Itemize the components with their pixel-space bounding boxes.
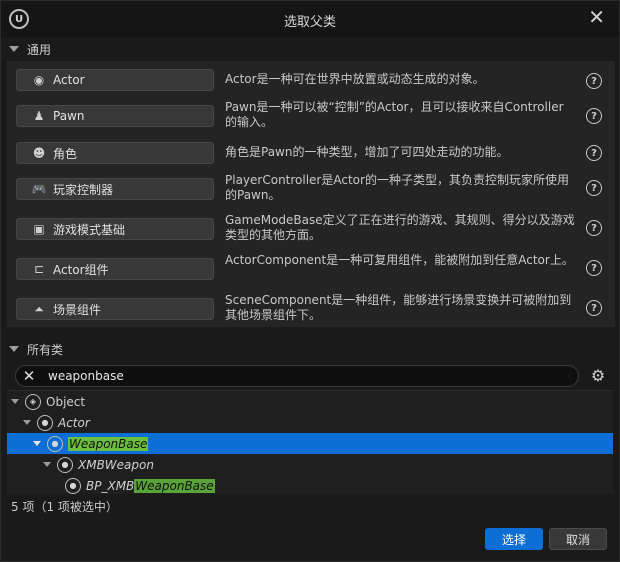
character-class-description: 角色是Pawn的一种类型，增加了可四处走动的功能。 (225, 145, 509, 159)
pawn-class-description: Pawn是一种可以被“控制”的Actor，且可以接收来自Controller的输… (225, 100, 564, 129)
actor-class-button[interactable]: ◉ Actor (16, 69, 214, 91)
actor-component-class-label: Actor组件 (53, 262, 109, 277)
help-icon[interactable]: ? (586, 220, 602, 236)
title-bar: U 选取父类 ✕ (1, 1, 619, 37)
tree-label-weaponbase: WeaponBase (68, 436, 149, 451)
common-row-player-controller: 🎮 玩家控制器 PlayerController是Actor的一种子类型，其负责… (7, 173, 615, 211)
tree-label-actor: Actor (58, 415, 90, 430)
pawn-icon: ♟ (33, 109, 45, 123)
gamepad-icon: 🎮 (31, 182, 47, 196)
expand-arrow-icon (23, 420, 31, 425)
common-row-pawn: ♟ Pawn Pawn是一种可以被“控制”的Actor，且可以接收来自Contr… (7, 100, 615, 138)
actor-icon: ● (47, 435, 63, 452)
help-icon[interactable]: ? (586, 260, 602, 276)
selection-status: 5 项（1 项被选中） (11, 500, 118, 514)
actor-icon: ● (65, 477, 81, 494)
collapse-arrow-icon (9, 46, 19, 52)
section-all-classes-header[interactable]: 所有类 (7, 339, 63, 359)
pawn-class-label: Pawn (53, 109, 85, 123)
actor-icon: ◉ (33, 73, 45, 87)
scene-component-class-label: 场景组件 (53, 302, 102, 317)
gamemode-icon: ▣ (33, 222, 45, 236)
common-row-gamemode: ▣ 游戏模式基础 GameModeBase定义了正在进行的游戏、其规则、得分以及… (7, 213, 615, 251)
gamemode-class-description: GameModeBase定义了正在进行的游戏、其规则、得分以及游戏类型的其他方面… (225, 213, 575, 242)
select-button[interactable]: 选择 (485, 528, 543, 550)
collapse-arrow-icon (9, 346, 19, 352)
section-all-classes-label: 所有类 (27, 342, 64, 357)
class-tree: ◈ Object ● Actor ● WeaponBase ● XMBWeapo… (7, 390, 613, 494)
common-row-actor-component: ⊏ Actor组件 ActorComponent是一种可复用组件，能被附加到任意… (7, 253, 615, 291)
cancel-button[interactable]: 取消 (549, 528, 607, 550)
help-icon[interactable]: ? (586, 180, 602, 196)
close-icon[interactable]: ✕ (588, 5, 605, 29)
character-icon: ☻ (32, 146, 46, 160)
actor-component-class-description: ActorComponent是一种可复用组件，能被附加到任意Actor上。 (225, 253, 574, 267)
player-controller-class-button[interactable]: 🎮 玩家控制器 (16, 178, 214, 200)
scene-component-icon: ⏶ (34, 301, 44, 316)
help-icon[interactable]: ? (586, 300, 602, 316)
dialog-title: 选取父类 (283, 15, 336, 30)
expand-arrow-icon (33, 441, 41, 446)
gamemode-class-button[interactable]: ▣ 游戏模式基础 (16, 218, 214, 240)
section-common-header[interactable]: 通用 (7, 39, 51, 59)
gamemode-class-label: 游戏模式基础 (53, 222, 126, 237)
actor-class-description: Actor是一种可在世界中放置或动态生成的对象。 (225, 72, 485, 86)
tree-label-prefix: BP_XMB (86, 478, 135, 493)
common-classes-panel: ◉ Actor Actor是一种可在世界中放置或动态生成的对象。 ? ♟ Paw… (7, 61, 615, 327)
player-controller-class-description: PlayerController是Actor的一种子类型，其负责控制玩家所使用的… (225, 173, 569, 202)
tree-row-bp-xmbweaponbase[interactable]: ● BP_XMB WeaponBase (7, 475, 613, 496)
class-search-box[interactable]: ✕ weaponbase (15, 365, 579, 387)
help-icon[interactable]: ? (586, 145, 602, 161)
clear-search-icon[interactable]: ✕ (18, 367, 40, 385)
scene-component-class-button[interactable]: ⏶ 场景组件 (16, 298, 214, 320)
expand-arrow-icon (11, 399, 19, 404)
tree-label-object: Object (46, 394, 86, 409)
character-class-button[interactable]: ☻ 角色 (16, 142, 214, 164)
common-row-character: ☻ 角色 角色是Pawn的一种类型，增加了可四处走动的功能。 ? (7, 137, 615, 175)
tree-row-object[interactable]: ◈ Object (7, 391, 613, 412)
actor-icon: ● (37, 414, 53, 431)
actor-component-class-button[interactable]: ⊏ Actor组件 (16, 258, 214, 280)
section-common-label: 通用 (27, 42, 52, 57)
tree-label-xmbweapon: XMBWeapon (78, 457, 154, 472)
pick-parent-class-dialog: U 选取父类 ✕ 通用 ◉ Actor Actor是一种可在世界中放置或动态生成… (0, 0, 620, 562)
search-input[interactable]: weaponbase (48, 369, 124, 383)
pawn-class-button[interactable]: ♟ Pawn (16, 105, 214, 127)
tree-row-weaponbase[interactable]: ● WeaponBase (7, 433, 613, 454)
player-controller-class-label: 玩家控制器 (53, 182, 114, 197)
actor-class-label: Actor (53, 73, 85, 87)
object-icon: ◈ (25, 393, 41, 410)
tree-row-actor[interactable]: ● Actor (7, 412, 613, 433)
help-icon[interactable]: ? (586, 73, 602, 89)
expand-arrow-icon (43, 462, 51, 467)
help-icon[interactable]: ? (586, 108, 602, 124)
common-row-scene-component: ⏶ 场景组件 SceneComponent是一种组件，能够进行场景变换并可被附加… (7, 293, 615, 331)
common-row-actor: ◉ Actor Actor是一种可在世界中放置或动态生成的对象。 ? (7, 63, 615, 101)
component-icon: ⊏ (33, 262, 45, 276)
actor-icon: ● (57, 456, 73, 473)
gear-icon[interactable]: ⚙ (589, 367, 607, 385)
tree-row-xmbweapon[interactable]: ● XMBWeapon (7, 454, 613, 475)
scene-component-class-description: SceneComponent是一种组件，能够进行场景变换并可被附加到其他场景组件… (225, 293, 572, 322)
character-class-label: 角色 (53, 146, 78, 161)
tree-label-match: WeaponBase (134, 478, 215, 493)
